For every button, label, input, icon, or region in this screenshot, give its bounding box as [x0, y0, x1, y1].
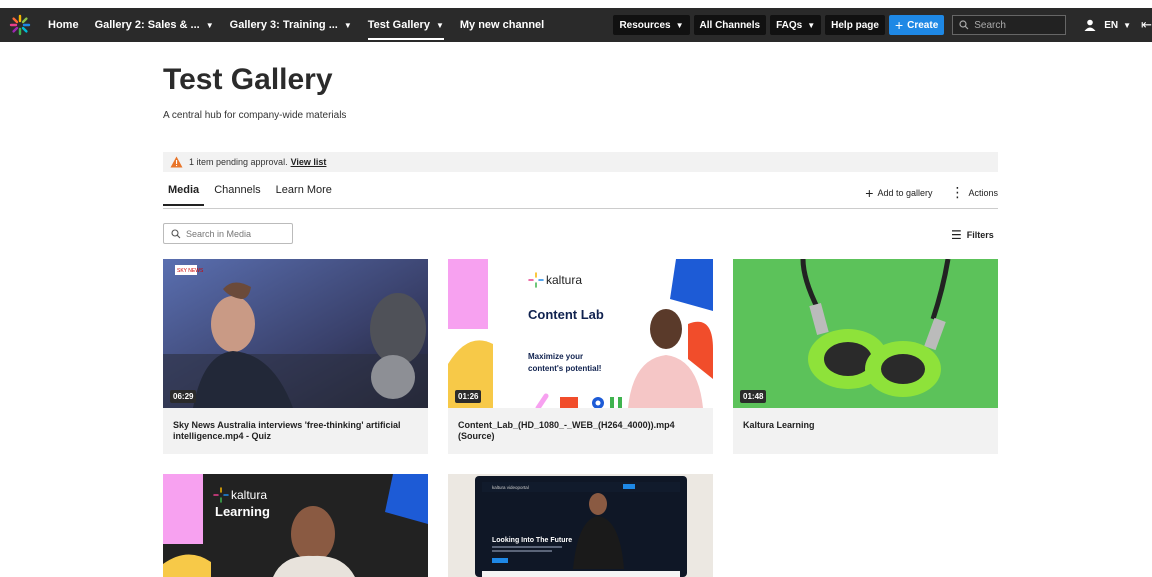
- media-thumbnail[interactable]: SKY NEWS 06:29: [163, 259, 428, 408]
- nav-gallery-2[interactable]: Gallery 2: Sales & ... ▼: [87, 8, 222, 42]
- plus-icon: +: [865, 184, 874, 201]
- top-navigation: Home Gallery 2: Sales & ... ▼ Gallery 3: …: [0, 8, 1152, 42]
- nav-my-new-channel[interactable]: My new channel: [452, 8, 552, 42]
- chevron-down-icon: ▼: [435, 20, 444, 30]
- media-thumbnail[interactable]: kaltura videoportal Looking Into The Fut…: [448, 474, 713, 577]
- nav-gallery-3[interactable]: Gallery 3: Training ... ▼: [222, 8, 360, 42]
- videoportal-brand: kaltura videoportal: [492, 485, 529, 490]
- tab-channels[interactable]: Channels: [209, 180, 265, 205]
- add-to-gallery-label: Add to gallery: [877, 187, 933, 198]
- help-page-button[interactable]: Help page: [825, 15, 885, 35]
- duration-badge: 01:26: [455, 390, 482, 403]
- create-label: Create: [907, 19, 939, 31]
- nav-right-group: Resources ▼ All Channels FAQs ▼ Help page …: [609, 8, 1152, 42]
- media-card[interactable]: SKY NEWS 06:29 Sky News Australia interv…: [163, 259, 428, 454]
- content-lab-headline: Content Lab: [528, 307, 604, 322]
- tab-learn-more[interactable]: Learn More: [271, 180, 337, 205]
- view-list-link[interactable]: View list: [291, 157, 327, 167]
- filters-label: Filters: [966, 230, 994, 240]
- duration-badge: 01:48: [740, 390, 767, 403]
- all-channels-button[interactable]: All Channels: [693, 15, 767, 35]
- chevron-down-icon: ▼: [1123, 20, 1132, 30]
- media-thumbnail[interactable]: 01:48: [733, 259, 998, 408]
- pending-text: 1 item pending approval.: [189, 157, 288, 167]
- duration-badge: 06:29: [170, 390, 197, 403]
- page-subtitle: A central hub for company-wide materials: [163, 110, 347, 121]
- page-title: Test Gallery: [163, 63, 333, 96]
- nav-my-new-channel-label: My new channel: [459, 19, 545, 31]
- nav-test-gallery[interactable]: Test Gallery ▼: [360, 8, 452, 42]
- media-card[interactable]: kaltura videoportal Looking Into The Fut…: [448, 474, 713, 577]
- actions-button[interactable]: ⋮ Actions: [950, 184, 998, 201]
- kaltura-brand: kaltura: [546, 273, 582, 287]
- faqs-button[interactable]: FAQs ▼: [770, 15, 822, 35]
- kaltura-brand: kaltura: [231, 488, 267, 502]
- learning-headline: Learning: [215, 504, 270, 519]
- media-thumbnail[interactable]: kaltura Learning: [163, 474, 428, 577]
- tab-media[interactable]: Media: [163, 180, 205, 206]
- language-label: EN: [1104, 19, 1119, 31]
- resources-label: Resources: [619, 19, 671, 31]
- faqs-label: FAQs: [776, 19, 803, 31]
- media-card[interactable]: kaltura Content Lab Maximize your conten…: [448, 259, 713, 454]
- tab-actions: + Add to gallery ⋮ Actions: [847, 180, 998, 201]
- logout-icon[interactable]: ⇤: [1141, 17, 1152, 33]
- content-lab-tagline: Maximize your content's potential!: [528, 352, 602, 373]
- nav-test-gallery-label: Test Gallery: [367, 19, 430, 31]
- chevron-down-icon: ▼: [675, 20, 684, 30]
- help-page-label: Help page: [831, 19, 879, 31]
- chevron-down-icon: ▼: [807, 20, 816, 30]
- looking-future-headline: Looking Into The Future: [492, 537, 572, 544]
- media-search-input[interactable]: Search in Media: [163, 223, 293, 244]
- plus-icon: +: [894, 17, 904, 33]
- media-title[interactable]: Content_Lab_(HD_1080_-_WEB_(H264_4000)).…: [448, 408, 713, 454]
- language-selector[interactable]: EN ▼: [1104, 20, 1131, 31]
- user-icon[interactable]: [1082, 17, 1098, 33]
- media-thumbnail[interactable]: kaltura Content Lab Maximize your conten…: [448, 259, 713, 408]
- gallery-tabs: Media Channels Learn More + Add to galler…: [163, 180, 998, 209]
- nav-gallery-2-label: Gallery 2: Sales & ...: [94, 19, 200, 31]
- search-placeholder: Search: [974, 19, 1006, 31]
- create-button[interactable]: + Create: [888, 15, 945, 35]
- add-to-gallery-button[interactable]: + Add to gallery: [865, 185, 932, 201]
- sky-news-badge: SKY NEWS: [177, 268, 204, 274]
- filter-icon: ☰: [951, 228, 962, 242]
- media-card[interactable]: 01:48 Kaltura Learning: [733, 259, 998, 454]
- resources-button[interactable]: Resources ▼: [613, 15, 690, 35]
- media-title[interactable]: Kaltura Learning: [733, 408, 998, 454]
- search-input[interactable]: Search: [952, 15, 1067, 35]
- pending-approval-banner: 1 item pending approval. View list: [163, 152, 998, 172]
- filters-button[interactable]: ☰ Filters: [951, 228, 994, 242]
- more-vertical-icon: ⋮: [950, 184, 965, 200]
- chevron-down-icon: ▼: [343, 20, 352, 30]
- search-icon: [171, 228, 181, 238]
- search-icon: [959, 20, 969, 30]
- nav-home[interactable]: Home: [40, 8, 87, 42]
- media-title[interactable]: Sky News Australia interviews 'free-thin…: [163, 408, 428, 454]
- warning-icon: [170, 156, 183, 168]
- actions-label: Actions: [968, 187, 998, 198]
- nav-gallery-3-label: Gallery 3: Training ...: [229, 19, 338, 31]
- nav-home-label: Home: [48, 19, 79, 31]
- chevron-down-icon: ▼: [205, 20, 214, 30]
- media-card[interactable]: kaltura Learning: [163, 474, 428, 577]
- media-search-placeholder: Search in Media: [186, 228, 252, 239]
- kaltura-logo-icon[interactable]: [0, 8, 40, 42]
- all-channels-label: All Channels: [699, 19, 761, 31]
